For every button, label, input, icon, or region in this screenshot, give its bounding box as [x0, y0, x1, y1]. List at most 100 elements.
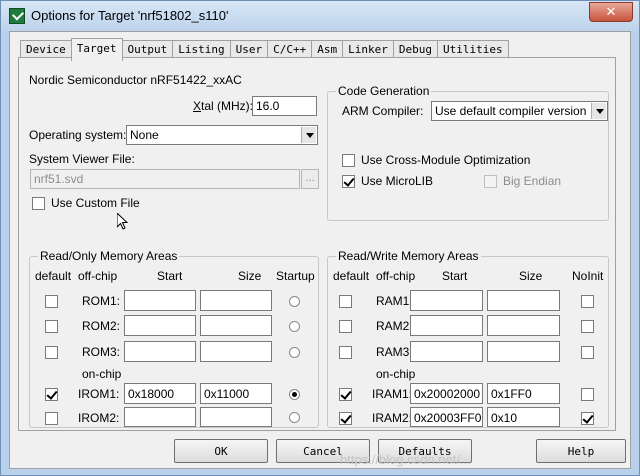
irom2-label: IROM2:	[78, 411, 120, 425]
iram1-label: IRAM1:	[372, 387, 413, 401]
dialog-client: Device Target Output Listing User C/C++ …	[9, 31, 631, 469]
iram1-noinit-checkbox[interactable]	[581, 388, 594, 401]
window-title: Options for Target 'nrf51802_s110'	[31, 8, 229, 23]
ram2-size-input[interactable]	[487, 315, 560, 336]
app-icon	[9, 8, 25, 24]
ram1-label: RAM1:	[376, 294, 413, 308]
use-custom-file-label: Use Custom File	[51, 196, 140, 210]
mouse-pointer-icon	[117, 213, 129, 230]
arm-compiler-label: ARM Compiler:	[342, 104, 424, 118]
xtal-label: Xtal (MHz):	[193, 99, 253, 113]
ok-button[interactable]: OK	[174, 439, 268, 463]
big-endian-checkbox	[484, 175, 497, 188]
ram3-default-checkbox[interactable]	[339, 346, 352, 359]
ram3-noinit-checkbox[interactable]	[581, 346, 594, 359]
iram2-default-checkbox[interactable]	[339, 412, 352, 425]
rom3-label: ROM3:	[82, 345, 121, 359]
svd-browse-button: ...	[301, 169, 319, 189]
target-page: Nordic Semiconductor nRF51422_xxAC Xtal …	[18, 57, 616, 431]
xtal-label-hotkey: X	[193, 99, 202, 113]
watermark: https://blog.csdn.net/...	[340, 452, 471, 467]
ram2-start-input[interactable]	[410, 315, 483, 336]
rom1-start-input[interactable]	[124, 290, 196, 311]
os-value: None	[130, 128, 159, 142]
iram1-size-input[interactable]: 0x1FF0	[487, 383, 560, 404]
irom1-default-checkbox[interactable]	[45, 388, 58, 401]
os-select[interactable]: None	[126, 125, 318, 145]
rom-header-default: default	[35, 269, 72, 283]
rom2-size-input[interactable]	[200, 315, 272, 336]
irom2-startup-radio[interactable]	[289, 412, 300, 423]
ram3-size-input[interactable]	[487, 341, 560, 362]
cross-module-label: Use Cross-Module Optimization	[361, 153, 531, 167]
rom-group-title: Read/Only Memory Areas	[38, 249, 180, 263]
code-generation-title: Code Generation	[336, 84, 432, 98]
use-custom-file-checkbox[interactable]	[32, 197, 45, 210]
ram-header-noinit: NoInit	[572, 269, 604, 283]
svd-input: nrf51.svd	[30, 169, 300, 189]
ram-header-offchip: off-chip	[376, 269, 416, 283]
irom2-default-checkbox[interactable]	[45, 412, 58, 425]
help-button[interactable]: Help	[536, 439, 626, 463]
close-button[interactable]: ✕	[589, 2, 633, 22]
rom3-default-checkbox[interactable]	[45, 346, 58, 359]
options-dialog: Options for Target 'nrf51802_s110' ✕ Dev…	[0, 0, 640, 476]
microlib-label: Use MicroLIB	[361, 174, 434, 188]
chevron-down-icon	[591, 103, 606, 119]
rom2-start-input[interactable]	[124, 315, 196, 336]
arm-compiler-value: Use default compiler version	[435, 104, 587, 118]
irom2-start-input[interactable]	[124, 407, 196, 427]
tab-strip: Device Target Output Listing User C/C++ …	[20, 38, 509, 61]
rom2-startup-radio[interactable]	[289, 321, 300, 332]
ram-group: Read/Write Memory Areas default off-chip…	[327, 249, 609, 428]
tab-target[interactable]: Target	[70, 38, 123, 61]
chevron-down-icon	[301, 127, 316, 143]
arm-compiler-select[interactable]: Use default compiler version	[431, 101, 608, 121]
ram1-start-input[interactable]	[410, 290, 483, 311]
ram1-size-input[interactable]	[487, 290, 560, 311]
ram2-noinit-checkbox[interactable]	[581, 320, 594, 333]
iram1-start-input[interactable]: 0x20002000	[410, 383, 483, 404]
rom-header-offchip: off-chip	[78, 269, 118, 283]
ram-header-size: Size	[519, 269, 543, 283]
irom1-startup-radio[interactable]	[289, 389, 300, 400]
rom-header-start: Start	[157, 269, 183, 283]
rom3-start-input[interactable]	[124, 341, 196, 362]
ram-header-start: Start	[442, 269, 468, 283]
irom2-size-input[interactable]	[200, 407, 272, 427]
rom2-label: ROM2:	[82, 319, 121, 333]
ram3-label: RAM3:	[376, 345, 413, 359]
irom1-start-input[interactable]: 0x18000	[124, 383, 196, 404]
rom-onchip-label: on-chip	[82, 367, 122, 381]
code-generation-group: Code Generation ARM Compiler: Use defaul…	[327, 84, 609, 221]
rom3-startup-radio[interactable]	[289, 347, 300, 358]
microlib-checkbox[interactable]	[342, 175, 355, 188]
device-name: Nordic Semiconductor nRF51422_xxAC	[29, 73, 242, 87]
ram1-default-checkbox[interactable]	[339, 295, 352, 308]
svd-label: System Viewer File:	[29, 152, 135, 166]
ram1-noinit-checkbox[interactable]	[581, 295, 594, 308]
ram-header-default: default	[333, 269, 370, 283]
iram2-noinit-checkbox[interactable]	[581, 412, 594, 425]
rom1-default-checkbox[interactable]	[45, 295, 58, 308]
iram2-start-input[interactable]: 0x20003FF0	[410, 407, 483, 427]
iram2-label: IRAM2:	[372, 411, 413, 425]
os-label: Operating system:	[29, 128, 127, 142]
iram1-default-checkbox[interactable]	[339, 388, 352, 401]
iram2-size-input[interactable]: 0x10	[487, 407, 560, 427]
rom3-size-input[interactable]	[200, 341, 272, 362]
rom1-size-input[interactable]	[200, 290, 272, 311]
irom1-size-input[interactable]: 0x11000	[200, 383, 272, 404]
ram2-default-checkbox[interactable]	[339, 320, 352, 333]
rom1-startup-radio[interactable]	[289, 296, 300, 307]
ram3-start-input[interactable]	[410, 341, 483, 362]
irom1-label: IROM1:	[78, 387, 120, 401]
rom-group: Read/Only Memory Areas default off-chip …	[29, 249, 319, 428]
ram-onchip-label: on-chip	[376, 367, 416, 381]
cross-module-checkbox[interactable]	[342, 154, 355, 167]
rom2-default-checkbox[interactable]	[45, 320, 58, 333]
ram-group-title: Read/Write Memory Areas	[336, 249, 481, 263]
ram2-label: RAM2:	[376, 319, 413, 333]
title-bar: Options for Target 'nrf51802_s110' ✕	[1, 1, 639, 31]
xtal-input[interactable]: 16.0	[252, 96, 317, 116]
